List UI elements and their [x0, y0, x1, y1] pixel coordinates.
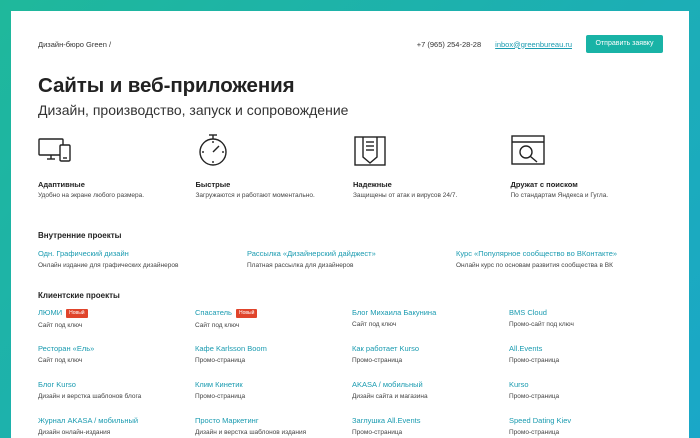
page-title: Сайты и веб-приложения [38, 74, 295, 97]
project-desc: Промо-страница [509, 393, 560, 400]
client-project: Просто Маркетинг Дизайн и верстка шаблоно… [195, 416, 352, 438]
client-project: All.Events Промо-страница [509, 344, 666, 369]
internal-project: Одн. Графический дизайн Онлайн издание д… [38, 249, 247, 269]
client-project: Speed Dating Kiev Промо-страница [509, 416, 666, 438]
new-badge: Новый [235, 309, 258, 318]
email-link[interactable]: inbox@greenbureau.ru [495, 40, 572, 49]
feature-desc: Удобно на экране любого размера. [38, 192, 145, 199]
project-link[interactable]: Рассылка «Дизайнерский дайджест» [247, 249, 456, 258]
feature-title: Быстрые [195, 180, 231, 189]
project-desc: Промо-страница [195, 357, 246, 364]
feature-reliable: Надежные Защищены от атак и вирусов 24/7… [353, 133, 511, 199]
project-desc: Промо-страница [509, 429, 560, 436]
project-desc: Сайт под ключ [195, 322, 240, 329]
search-browser-icon [510, 135, 545, 165]
project-link[interactable]: BMS Cloud [509, 308, 547, 317]
project-desc: Дизайн онлайн-издания [38, 429, 111, 436]
project-link[interactable]: Клим Кинетик [195, 380, 243, 389]
project-desc: Сайт под ключ [352, 321, 397, 328]
feature-seo: Дружат с поиском По стандартам Яндекса и… [511, 133, 669, 199]
project-desc: Промо-сайт под ключ [509, 321, 574, 328]
brand-link[interactable]: Дизайн-бюро Green / [38, 40, 417, 49]
project-link[interactable]: Блог Kurso [38, 380, 76, 389]
feature-desc: Загружаются и работают моментально. [195, 192, 315, 199]
client-project: Ресторан «Ель» Сайт под ключ [38, 344, 195, 369]
feature-title: Надежные [353, 180, 392, 189]
project-link[interactable]: Ресторан «Ель» [38, 344, 94, 353]
client-project: Спасатель Новый Сайт под ключ [195, 308, 352, 333]
client-project: Блог Kurso Дизайн и верстка шаблонов блог… [38, 380, 195, 405]
project-desc: Промо-страница [509, 357, 560, 364]
feature-desc: Защищены от атак и вирусов 24/7. [353, 192, 458, 199]
project-link[interactable]: ЛЮМИ [38, 308, 62, 317]
client-project: Клим Кинетик Промо-страница [195, 380, 352, 405]
project-desc: Дизайн и верстка шаблонов блога [38, 393, 142, 400]
stopwatch-icon [198, 134, 227, 166]
project-link[interactable]: Журнал AKASA / мобильный [38, 416, 138, 425]
client-project: ЛЮМИ Новый Сайт под ключ [38, 308, 195, 333]
client-projects-title: Клиентские проекты [38, 291, 120, 300]
internal-projects-list: Одн. Графический дизайн Онлайн издание д… [38, 249, 678, 269]
project-desc: Онлайн издание для графических дизайнеро… [38, 262, 179, 269]
new-badge: Новый [66, 309, 88, 318]
features-row: Адаптивные Удобно на экране любого разме… [38, 133, 668, 199]
client-project: Кафе Karlsson Boom Промо-страница [195, 344, 352, 369]
client-project: Заглушка All.Events Промо-страница [352, 416, 509, 438]
internal-project: Рассылка «Дизайнерский дайджест» Платная… [247, 249, 456, 269]
feature-title: Дружат с поиском [510, 180, 578, 189]
project-link[interactable]: Просто Маркетинг [195, 416, 259, 425]
client-project: BMS Cloud Промо-сайт под ключ [509, 308, 666, 333]
internal-projects-title: Внутренние проекты [38, 231, 122, 240]
client-project: Kurso Промо-страница [509, 380, 666, 405]
shield-document-icon [354, 136, 386, 166]
feature-title: Адаптивные [38, 180, 85, 189]
project-desc: Промо-страница [352, 357, 403, 364]
project-desc: Промо-страница [352, 429, 403, 436]
project-desc: Сайт под ключ [38, 357, 83, 364]
page-card: Дизайн-бюро Green / +7 (965) 254-28-28 i… [11, 11, 689, 438]
client-project: Как работает Kurso Промо-страница [352, 344, 509, 369]
send-request-button[interactable]: Отправить заявку [586, 35, 663, 53]
phone-link[interactable]: +7 (965) 254-28-28 [417, 40, 481, 49]
project-link[interactable]: Курс «Популярное сообщество во ВКонтакте… [456, 249, 665, 258]
page-subtitle: Дизайн, производство, запуск и сопровожд… [38, 102, 349, 118]
project-link[interactable]: Заглушка All.Events [352, 416, 420, 425]
client-projects-grid: ЛЮМИ Новый Сайт под ключ Спасатель Новый Сайт… [38, 308, 666, 438]
project-link[interactable]: Кафе Karlsson Boom [195, 344, 267, 353]
feature-adaptive: Адаптивные Удобно на экране любого разме… [38, 133, 196, 199]
project-desc: Промо-страница [195, 393, 246, 400]
project-link[interactable]: Блог Михаила Бакунина [352, 308, 436, 317]
feature-fast: Быстрые Загружаются и работают моменталь… [196, 133, 354, 199]
internal-project: Курс «Популярное сообщество во ВКонтакте… [456, 249, 665, 269]
project-link[interactable]: Kurso [509, 380, 529, 389]
project-link[interactable]: All.Events [509, 344, 542, 353]
project-link[interactable]: Одн. Графический дизайн [38, 249, 247, 258]
client-project: Блог Михаила Бакунина Сайт под ключ [352, 308, 509, 333]
project-desc: Платная рассылка для дизайнеров [247, 262, 354, 269]
top-bar: Дизайн-бюро Green / +7 (965) 254-28-28 i… [38, 35, 663, 53]
feature-desc: По стандартам Яндекса и Гугла. [510, 192, 609, 199]
project-desc: Дизайн сайта и магазина [352, 393, 428, 400]
devices-icon [38, 138, 71, 162]
client-project: AKASA / мобильный Дизайн сайта и магазина [352, 380, 509, 405]
project-desc: Сайт под ключ [38, 322, 83, 329]
project-link[interactable]: AKASA / мобильный [352, 380, 423, 389]
client-project: Журнал AKASA / мобильный Дизайн онлайн-из… [38, 416, 195, 438]
project-desc: Дизайн и верстка шаблонов издания [195, 429, 307, 436]
project-link[interactable]: Спасатель [195, 308, 232, 317]
project-link[interactable]: Как работает Kurso [352, 344, 419, 353]
project-desc: Онлайн курс по основам развития сообщест… [456, 262, 613, 269]
project-link[interactable]: Speed Dating Kiev [509, 416, 571, 425]
